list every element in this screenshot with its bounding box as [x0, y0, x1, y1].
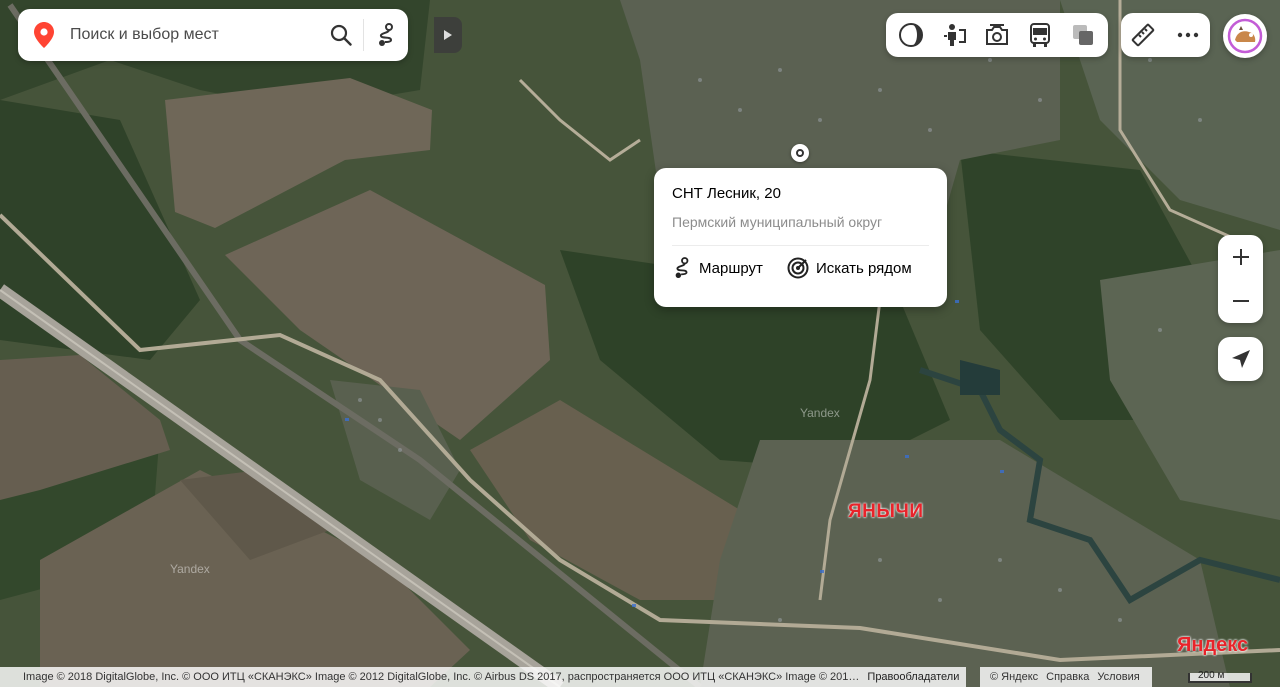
more-button[interactable]	[1170, 17, 1206, 53]
panorama-icon	[944, 24, 967, 46]
search-input[interactable]: Поиск и выбор мест	[70, 26, 319, 44]
map-layers-toolbar	[886, 13, 1108, 57]
map-watermark: Yandex	[170, 562, 210, 576]
place-label[interactable]: ЯНЫЧИ	[848, 501, 924, 523]
search-nearby-button[interactable]: Искать рядом	[787, 257, 912, 279]
play-arrow-icon	[444, 30, 452, 40]
satellite-imagery	[0, 0, 1280, 687]
more-icon	[1177, 32, 1198, 38]
map-layers-button[interactable]	[1065, 17, 1101, 53]
help-link[interactable]: Справка	[1046, 671, 1089, 683]
plus-icon	[1232, 249, 1249, 265]
ruler-icon	[1132, 23, 1155, 47]
scale-label: 200 м	[1198, 670, 1225, 681]
transit-button[interactable]	[1022, 17, 1058, 53]
route-icon	[675, 257, 689, 278]
popup-title[interactable]: СНТ Лесник, 20	[672, 185, 929, 202]
satellite-map[interactable]: Yandex Yandex ЯНЫЧИ	[0, 0, 1280, 687]
route-button[interactable]	[364, 13, 408, 57]
search-button[interactable]	[319, 13, 363, 57]
copyright-text: Image © 2018 DigitalGlobe, Inc. © ООО ИТ…	[23, 671, 860, 683]
footer-links: © Яндекс Справка Условия	[980, 667, 1152, 687]
tools-toolbar	[1121, 13, 1210, 57]
zoom-out-button[interactable]	[1218, 279, 1263, 323]
ruler-button[interactable]	[1125, 17, 1161, 53]
search-icon	[330, 24, 352, 46]
traffic-icon	[899, 23, 924, 47]
transit-icon	[1029, 23, 1050, 47]
map-watermark: Yandex	[800, 406, 840, 420]
popup-subtitle: Пермский муниципальный округ	[672, 214, 883, 230]
user-avatar[interactable]	[1223, 14, 1267, 58]
search-box[interactable]: Поиск и выбор мест	[18, 9, 408, 61]
copyright-bar: Image © 2018 DigitalGlobe, Inc. © ООО ИТ…	[0, 667, 966, 687]
panorama-button[interactable]	[936, 17, 972, 53]
selected-point-marker[interactable]	[791, 144, 809, 162]
minus-icon	[1232, 300, 1249, 302]
zoom-in-button[interactable]	[1218, 235, 1263, 279]
terms-link[interactable]: Условия	[1097, 671, 1139, 683]
yandex-logo[interactable]: Яндекс	[1177, 634, 1248, 657]
map-pin-icon	[18, 9, 70, 61]
rights-holders-link[interactable]: Правообладатели	[859, 671, 965, 683]
yandex-copyright-link[interactable]: © Яндекс	[990, 671, 1038, 683]
location-arrow-icon	[1231, 350, 1250, 368]
photo-button[interactable]	[979, 17, 1015, 53]
traffic-button[interactable]	[893, 17, 929, 53]
route-action-label: Маршрут	[699, 259, 763, 277]
search-nearby-label: Искать рядом	[815, 259, 912, 277]
route-icon	[379, 23, 393, 46]
geolocation-button[interactable]	[1218, 337, 1263, 381]
sidebar-toggle-button[interactable]	[434, 17, 462, 53]
target-icon	[787, 257, 809, 279]
zoom-control	[1218, 235, 1263, 323]
place-popup: СНТ Лесник, 20 Пермский муниципальный ок…	[654, 168, 947, 307]
divider	[672, 245, 929, 246]
photo-icon	[985, 24, 1008, 45]
map-layers-icon	[1072, 25, 1093, 45]
map-scale: 200 м	[1172, 667, 1272, 687]
route-action-button[interactable]: Маршрут	[672, 257, 763, 279]
